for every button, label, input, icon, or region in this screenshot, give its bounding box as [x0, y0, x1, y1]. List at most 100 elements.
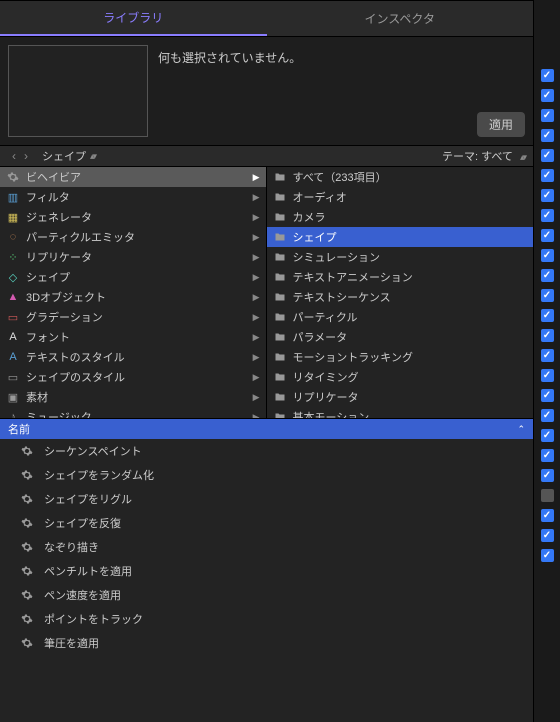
list-item[interactable]: シーケンスペイント: [0, 439, 533, 463]
main-panel: ライブラリ インスペクタ 何も選択されていません。 適用 ‹ › シェイプ ▴▾…: [0, 0, 533, 722]
list-item[interactable]: シェイプをリグル: [0, 487, 533, 511]
subcategory-row-6[interactable]: テキストシーケンス: [267, 287, 534, 307]
visibility-checkbox-15[interactable]: [541, 369, 554, 382]
subcategory-row-1[interactable]: オーディオ: [267, 187, 534, 207]
visibility-checkbox-7[interactable]: [541, 209, 554, 222]
subcategory-label: モーショントラッキング: [293, 349, 413, 365]
category-row-7[interactable]: ▭グラデーション▶: [0, 307, 266, 327]
category-row-2[interactable]: ▦ジェネレータ▶: [0, 207, 266, 227]
category-row-9[interactable]: Aテキストのスタイル▶: [0, 347, 266, 367]
apply-button[interactable]: 適用: [477, 112, 525, 137]
list-item[interactable]: シェイプを反復: [0, 511, 533, 535]
folder-icon: [273, 170, 287, 184]
category-row-11[interactable]: ▣素材▶: [0, 387, 266, 407]
visibility-checkbox-4[interactable]: [541, 149, 554, 162]
visibility-checkbox-2[interactable]: [541, 109, 554, 122]
subcategory-label: リタイミング: [293, 369, 359, 385]
visibility-checkbox-9[interactable]: [541, 249, 554, 262]
list-item[interactable]: ペン速度を適用: [0, 583, 533, 607]
category-row-3[interactable]: ◌パーティクルエミッタ▶: [0, 227, 266, 247]
category-row-12[interactable]: ♪ミュージック▶: [0, 407, 266, 418]
visibility-checkbox-18[interactable]: [541, 429, 554, 442]
list-item[interactable]: なぞり描き: [0, 535, 533, 559]
list-item[interactable]: シェイプをランダム化: [0, 463, 533, 487]
category-label: ジェネレータ: [26, 209, 92, 225]
visibility-checkbox-19[interactable]: [541, 449, 554, 462]
theme-prefix: テーマ:: [442, 151, 478, 163]
subcategory-label: 基本モーション: [293, 409, 370, 418]
subcategory-row-4[interactable]: シミュレーション: [267, 247, 534, 267]
list-item[interactable]: ポイントをトラック: [0, 607, 533, 631]
nav-back-icon[interactable]: ‹: [8, 149, 20, 163]
category-icon: ◇: [6, 270, 20, 284]
tab-library[interactable]: ライブラリ: [0, 1, 267, 36]
visibility-checkbox-6[interactable]: [541, 189, 554, 202]
category-row-10[interactable]: ▭シェイプのスタイル▶: [0, 367, 266, 387]
folder-icon: [273, 390, 287, 404]
visibility-checkbox-10[interactable]: [541, 269, 554, 282]
subcategory-label: パラメータ: [293, 329, 348, 345]
folder-icon: [273, 310, 287, 324]
visibility-checkbox-0[interactable]: [541, 69, 554, 82]
list-item[interactable]: ペンチルトを適用: [0, 559, 533, 583]
tab-inspector[interactable]: インスペクタ: [267, 1, 534, 36]
visibility-checkbox-1[interactable]: [541, 89, 554, 102]
folder-icon: [273, 190, 287, 204]
category-row-6[interactable]: ▲3Dオブジェクト▶: [0, 287, 266, 307]
breadcrumb-label[interactable]: シェイプ: [42, 148, 86, 164]
subcategory-row-0[interactable]: すべて（233項目）: [267, 167, 534, 187]
category-row-0[interactable]: ビヘイビア▶: [0, 167, 266, 187]
subcategory-row-5[interactable]: テキストアニメーション: [267, 267, 534, 287]
visibility-checkbox-16[interactable]: [541, 389, 554, 402]
category-label: ビヘイビア: [26, 169, 81, 185]
visibility-checkbox-8[interactable]: [541, 229, 554, 242]
visibility-checkbox-22[interactable]: [541, 509, 554, 522]
visibility-checkbox-3[interactable]: [541, 129, 554, 142]
category-row-5[interactable]: ◇ シェイプ ▶: [0, 267, 266, 287]
folder-icon: [273, 250, 287, 264]
subcategory-row-2[interactable]: カメラ: [267, 207, 534, 227]
visibility-checkbox-5[interactable]: [541, 169, 554, 182]
subcategory-row-9[interactable]: モーショントラッキング: [267, 347, 534, 367]
preview-thumbnail: [8, 45, 148, 137]
subcategory-label: テキストアニメーション: [293, 269, 413, 285]
category-label: シェイプ: [26, 269, 70, 285]
name-column-header[interactable]: 名前 ⌃: [0, 419, 533, 439]
visibility-checkbox-20[interactable]: [541, 469, 554, 482]
visibility-checkbox-17[interactable]: [541, 409, 554, 422]
category-row-1[interactable]: ▥フィルタ▶: [0, 187, 266, 207]
item-label: シェイプをリグル: [44, 491, 132, 507]
theme-stepper-icon: ▴▾: [520, 152, 525, 162]
subcategory-row-7[interactable]: パーティクル: [267, 307, 534, 327]
chevron-right-icon: ▶: [253, 292, 260, 303]
visibility-checkbox-12[interactable]: [541, 309, 554, 322]
chevron-right-icon: ▶: [253, 272, 260, 283]
name-header-label: 名前: [8, 421, 30, 437]
sort-indicator-icon: ⌃: [517, 424, 525, 435]
subcategory-label: オーディオ: [293, 189, 347, 205]
subcategory-row-11[interactable]: リプリケータ: [267, 387, 534, 407]
subcategory-row-8[interactable]: パラメータ: [267, 327, 534, 347]
category-list-left: ビヘイビア▶▥フィルタ▶▦ジェネレータ▶◌パーティクルエミッタ▶⁘リプリケータ▶…: [0, 167, 267, 418]
gear-icon: [20, 468, 34, 482]
category-row-8[interactable]: Aフォント▶: [0, 327, 266, 347]
visibility-checkbox-21[interactable]: [541, 489, 554, 502]
subcategory-label: すべて（233項目）: [293, 169, 387, 185]
category-label: リプリケータ: [26, 249, 92, 265]
breadcrumb-stepper-icon[interactable]: ▴▾: [90, 151, 95, 162]
chevron-right-icon: ▶: [253, 352, 260, 363]
subcategory-row-3[interactable]: シェイプ: [267, 227, 534, 247]
chevron-right-icon: ▶: [253, 392, 260, 403]
visibility-checkbox-14[interactable]: [541, 349, 554, 362]
nav-forward-icon[interactable]: ›: [20, 149, 32, 163]
list-item[interactable]: 筆圧を適用: [0, 631, 533, 655]
category-row-4[interactable]: ⁘リプリケータ▶: [0, 247, 266, 267]
subcategory-row-10[interactable]: リタイミング: [267, 367, 534, 387]
folder-icon: [273, 410, 287, 418]
visibility-checkbox-24[interactable]: [541, 549, 554, 562]
subcategory-row-12[interactable]: 基本モーション: [267, 407, 534, 418]
visibility-checkbox-13[interactable]: [541, 329, 554, 342]
theme-selector[interactable]: テーマ: すべて ▴▾: [442, 148, 525, 164]
visibility-checkbox-23[interactable]: [541, 529, 554, 542]
visibility-checkbox-11[interactable]: [541, 289, 554, 302]
